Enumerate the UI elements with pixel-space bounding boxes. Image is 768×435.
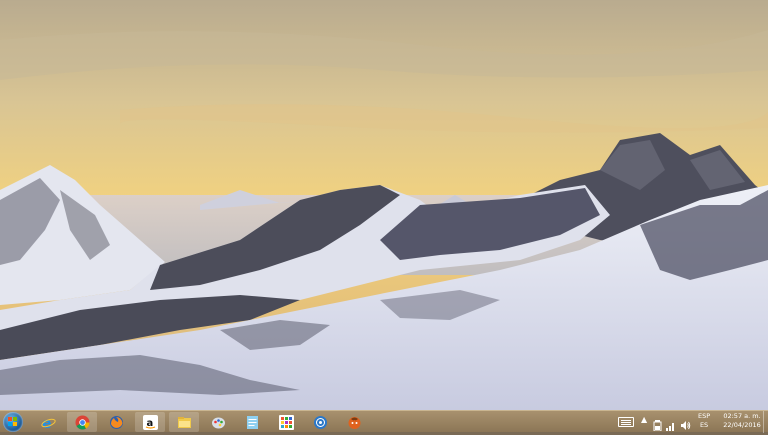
clock-date: 22/04/2016	[723, 421, 761, 429]
start-button[interactable]	[3, 412, 23, 432]
clock-time: 02:57 a. m.	[723, 412, 761, 420]
network-icon[interactable]	[666, 416, 675, 431]
show-desktop-button[interactable]	[763, 411, 768, 433]
tiles-icon	[278, 414, 294, 430]
internet-explorer-icon: e	[40, 415, 56, 432]
taskbar-notepad[interactable]	[237, 412, 267, 432]
firefox-icon	[109, 415, 124, 430]
clock[interactable]: 02:57 a. m. 22/04/2016	[720, 412, 764, 430]
paint-icon	[211, 415, 226, 430]
input-language-indicator[interactable]: ESP ES	[698, 412, 710, 430]
amazon-icon: a	[142, 414, 158, 430]
desktop-wallpaper	[0, 0, 768, 410]
language-region: ES	[699, 421, 709, 429]
taskbar: e a ▲ ESP ES 02:57 a. m. 22/04/2016	[0, 410, 768, 433]
touch-keyboard-icon[interactable]	[618, 417, 634, 427]
notepad-icon	[245, 415, 260, 430]
taskbar-media-player[interactable]	[305, 412, 335, 432]
taskbar-firefox[interactable]	[101, 412, 131, 432]
taskbar-paint[interactable]	[203, 412, 233, 432]
language-code: ESP	[698, 412, 711, 420]
chrome-icon	[75, 415, 90, 430]
show-hidden-icons-icon[interactable]: ▲	[641, 415, 647, 424]
taskbar-game[interactable]	[339, 412, 369, 432]
taskbar-internet-explorer[interactable]: e	[33, 412, 63, 432]
taskbar-amazon[interactable]: a	[135, 412, 165, 432]
windows-logo-icon	[8, 417, 18, 427]
taskbar-chrome[interactable]	[67, 412, 97, 432]
svg-text:e: e	[42, 416, 52, 430]
taskbar-tiles[interactable]	[271, 412, 301, 432]
volume-icon[interactable]	[680, 416, 691, 430]
game-icon	[347, 415, 362, 430]
file-explorer-icon	[177, 415, 192, 430]
battery-icon[interactable]	[653, 416, 662, 432]
taskbar-file-explorer[interactable]	[169, 412, 199, 432]
media-player-icon	[313, 415, 328, 430]
